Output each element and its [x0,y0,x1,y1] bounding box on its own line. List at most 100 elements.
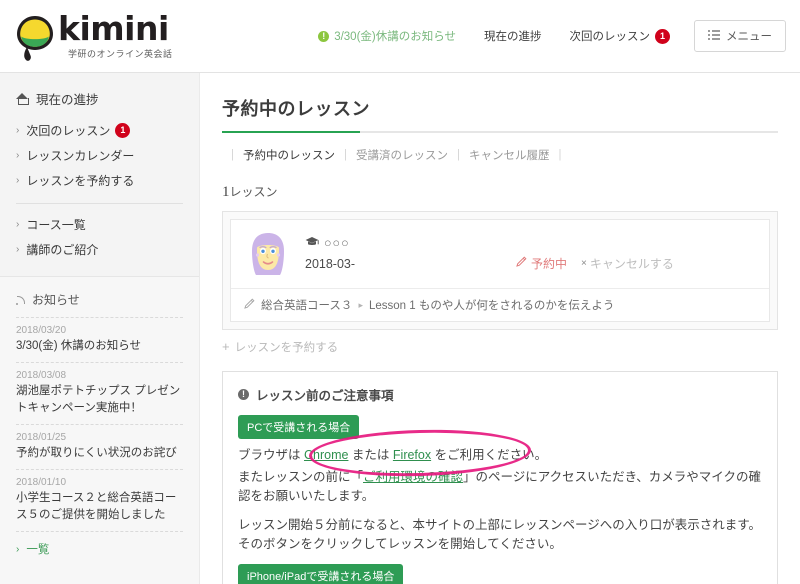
sidebar-progress-label: 現在の進捗 [36,93,99,107]
notice-start-line: レッスン開始５分前になると、本サイトの上部にレッスンページへの入り口が表示されま… [238,518,762,551]
header-navigation: 3/30(金)休講のお知らせ 現在の進捗 次回のレッスン 1 メニュー [304,20,800,52]
firefox-link[interactable]: Firefox [393,448,431,462]
news-title[interactable]: 湖池屋ポテトチップス プレゼントキャンペーン実施中！ [16,383,183,417]
chevron-right-icon: › [16,543,20,555]
logo-tagline: 学研のオンライン英会話 [68,49,173,59]
plus-icon: + [222,339,230,354]
chevron-right-icon: › [16,219,20,230]
status-label: 予約中 [531,257,568,271]
exclamation-circle-icon [238,388,249,400]
notice-environment-line: またレッスンの前に「ご利用環境の確認」のページにアクセスいただき、カメラやマイク… [238,468,762,506]
header-progress-label: 現在の進捗 [484,31,542,43]
sidebar-item-label: レッスンを予約する [26,174,135,188]
tab-cancel-history[interactable]: キャンセル履歴 [469,147,550,163]
course-name[interactable]: 総合英語コース３ [261,297,352,313]
news-date: 2018/01/10 [16,477,67,488]
sidebar-item-teachers[interactable]: › 講師のご紹介 [16,237,183,262]
sidebar-next-lesson-badge: 1 [115,123,131,138]
news-list-item[interactable]: 2018/01/25 予約が取りにくい状況のお詫び [16,424,183,469]
news-see-all-label: 一覧 [26,544,50,556]
news-date: 2018/03/20 [16,325,67,336]
notice-text-c: をご利用ください。 [431,448,548,462]
tab-separator: | [344,149,347,161]
teacher-line: ○○○ [305,236,757,250]
tab-completed-lessons[interactable]: 受講済のレッスン [356,147,448,163]
sidebar-item-label: コース一覧 [26,218,86,232]
pencil-icon [243,297,255,313]
sidebar-progress-header[interactable]: 現在の進捗 [16,89,183,108]
cancel-lesson-link[interactable]: × キャンセルする [581,255,674,272]
lesson-tabs: | 予約中のレッスン | 受講済のレッスン | キャンセル履歴 | [222,147,778,163]
site-logo[interactable]: kimini 学研のオンライン英会話 [0,10,200,62]
close-x-icon: × [581,258,587,269]
news-list-item[interactable]: 2018/01/10 小学生コース２と総合英語コース５のご提供を開始しました [16,469,183,531]
menu-button-label: メニュー [726,31,772,43]
header-item-next-lesson[interactable]: 次回のレッスン 1 [556,28,685,44]
lesson-count-number: 1 [222,184,230,200]
teacher-name: ○○○ [324,236,350,250]
cancel-lesson-label: キャンセルする [589,257,674,271]
home-icon [16,93,29,105]
notice-browser-line: ブラウザは Chrome または Firefox をご利用ください。 [238,446,762,465]
news-header: お知らせ [16,291,183,308]
header-item-progress[interactable]: 現在の進捗 [470,28,556,44]
sidebar-news-box: お知らせ 2018/03/20 3/30(金) 休講のお知らせ 2018/03/… [0,277,199,565]
sidebar-menu-primary: › 次回のレッスン 1 › レッスンカレンダー › レッスンを予約する [16,118,183,193]
sidebar-item-label: レッスンカレンダー [26,149,135,163]
lesson-card-top: ○○○ 2018-03- 予約中 × キャンセルする [231,220,769,288]
lesson-title[interactable]: Lesson 1 ものや人が何をされるのかを伝えよう [369,297,614,313]
logo-wordmark: kimini [58,9,169,48]
rss-feed-icon [16,295,26,305]
tab-separator: | [231,149,234,161]
lesson-card-info: ○○○ 2018-03- 予約中 × キャンセルする [305,236,757,272]
graduation-cap-icon [305,236,319,250]
sidebar-item-course-list[interactable]: › コース一覧 [16,212,183,237]
pre-lesson-notice-box: レッスン前のご注意事項 PCで受講される場合 ブラウザは Chrome または … [222,371,778,584]
header-notice-link[interactable]: 3/30(金)休講のお知らせ [304,28,470,44]
sidebar-item-reserve-lesson[interactable]: › レッスンを予約する [16,168,183,193]
reserve-lesson-link[interactable]: + レッスンを予約する [222,339,778,355]
notice-text-b: または [348,448,393,462]
tab-separator: | [457,149,460,161]
chrome-link[interactable]: Chrome [304,448,348,462]
info-exclamation-icon [318,30,330,42]
header-notice-label: 3/30(金)休講のお知らせ [334,31,456,43]
title-underline [222,131,778,133]
lesson-card-breadcrumb: 総合英語コース３ ▸ Lesson 1 ものや人が何をされるのかを伝えよう [231,288,769,321]
mobile-usage-pill: iPhone/iPadで受講される場合 [238,564,404,584]
environment-check-link[interactable]: ご利用環境の確認 [363,470,463,484]
status-badge: 予約中 [515,255,567,272]
pc-usage-pill: PCで受講される場合 [238,415,360,439]
news-date: 2018/01/25 [16,432,67,443]
lesson-card-row: 2018-03- 予約中 × キャンセルする [305,255,757,272]
main-content: 予約中のレッスン | 予約中のレッスン | 受講済のレッスン | キャンセル履歴… [200,73,800,584]
news-title[interactable]: 小学生コース２と総合英語コース５のご提供を開始しました [16,490,183,524]
sidebar-divider [16,203,183,204]
menu-button[interactable]: メニュー [694,20,786,52]
news-title[interactable]: 予約が取りにくい状況のお詫び [16,445,183,462]
page-body: 現在の進捗 › 次回のレッスン 1 › レッスンカレンダー › レッスンを予約す… [0,73,800,584]
notice-header-label: レッスン前のご注意事項 [256,389,394,403]
kimini-acorn-logo-icon [14,14,56,62]
chevron-right-icon: › [16,150,20,161]
news-title[interactable]: 3/30(金) 休講のお知らせ [16,338,183,355]
breadcrumb-arrow-icon: ▸ [358,299,363,310]
news-list-item[interactable]: 2018/03/08 湖池屋ポテトチップス プレゼントキャンペーン実施中！ [16,362,183,424]
reserve-lesson-label: レッスンを予約する [234,342,339,354]
lesson-card-container: ○○○ 2018-03- 予約中 × キャンセルする 総合英語コース３ ▸ Le… [222,211,778,330]
lesson-date: 2018-03- [305,256,356,271]
page-title: 予約中のレッスン [222,99,370,119]
chevron-right-icon: › [16,125,20,136]
lesson-count-unit: レッスン [229,185,278,199]
news-list-item[interactable]: 2018/03/20 3/30(金) 休講のお知らせ [16,317,183,362]
sidebar-item-label: 講師のご紹介 [26,243,99,257]
header-next-lesson-label: 次回のレッスン [569,31,651,43]
sidebar: 現在の進捗 › 次回のレッスン 1 › レッスンカレンダー › レッスンを予約す… [0,73,200,584]
notice-text-d: またレッスンの前に「 [238,470,364,484]
chevron-right-icon: › [16,175,20,186]
sidebar-item-next-lesson[interactable]: › 次回のレッスン 1 [16,118,183,143]
sidebar-item-lesson-calendar[interactable]: › レッスンカレンダー [16,143,183,168]
notice-header: レッスン前のご注意事項 [238,385,762,404]
news-see-all-link[interactable]: › 一覧 [16,531,183,557]
tab-reserved-lessons[interactable]: 予約中のレッスン [243,147,335,163]
